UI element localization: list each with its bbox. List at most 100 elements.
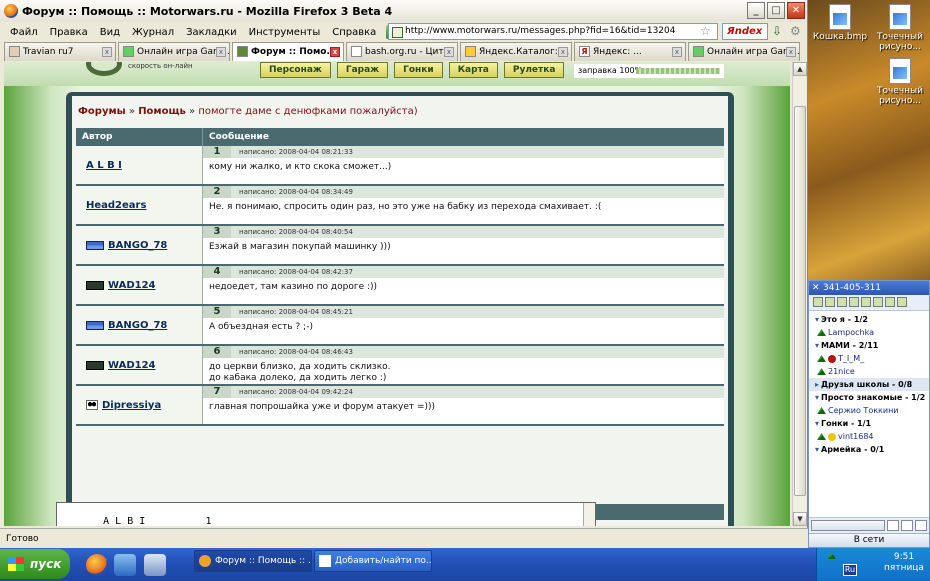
nav-map-button[interactable]: Карта (448, 62, 498, 78)
author-link[interactable]: BANGO_78 (108, 240, 167, 251)
contact-item[interactable]: Сержио Токкини (809, 404, 929, 417)
icq-sound-icon[interactable] (901, 520, 913, 531)
menu-edit[interactable]: Правка (44, 27, 94, 38)
post-date: написано: 2008-04-04 09:42:24 (239, 388, 353, 396)
icq-tool-icon[interactable] (813, 297, 823, 307)
tab-forum[interactable]: Форум :: Помо... x (232, 42, 344, 61)
window-title: Форум :: Помощь :: Motorwars.ru - Mozill… (22, 4, 393, 18)
contact-item[interactable]: Lampochka (809, 326, 929, 339)
breadcrumb-section-link[interactable]: Помощь (138, 106, 186, 117)
author-link[interactable]: WAD124 (108, 360, 156, 371)
scroll-down-icon[interactable]: ▼ (793, 512, 807, 526)
breadcrumb-forums-link[interactable]: Форумы (78, 106, 126, 117)
icq-tool-icon[interactable] (861, 297, 871, 307)
post-date: написано: 2008-04-04 08:34:49 (239, 188, 353, 196)
post-message: 3 написано: 2008-04-04 08:40:54 Езжай в ма… (203, 226, 724, 264)
icq-tool-icon[interactable] (885, 297, 895, 307)
author-link[interactable]: A L B I (86, 160, 122, 171)
post-author: Dipressiya (76, 386, 203, 424)
post-date: написано: 2008-04-04 08:40:54 (239, 228, 353, 236)
online-flower-icon (817, 407, 826, 414)
tab-bash[interactable]: bash.org.ru - Цит... x (346, 42, 458, 61)
menu-history[interactable]: Журнал (126, 27, 180, 38)
minimize-button[interactable]: _ (747, 2, 765, 19)
page-scrollbar[interactable]: ▲ ▼ (792, 62, 807, 526)
tab-close-icon[interactable]: x (672, 47, 682, 57)
icq-tool-icon[interactable] (873, 297, 883, 307)
contact-group[interactable]: ▸ Друзья школы - 0/8 (809, 378, 929, 391)
tab-travian[interactable]: Travian ru7 x (4, 42, 116, 61)
author-link[interactable]: BANGO_78 (108, 320, 167, 331)
desktop-quicklaunch-icon[interactable] (114, 554, 136, 576)
maximize-button[interactable]: □ (767, 2, 785, 19)
tab-close-icon[interactable]: x (558, 47, 568, 57)
close-button[interactable]: ✕ (787, 2, 805, 19)
icq-status-button[interactable]: В сети (809, 533, 929, 547)
download-icon[interactable]: ⇩ (772, 24, 782, 38)
url-input[interactable]: http://www.motorwars.ru/messages.php?fid… (388, 23, 718, 40)
icq-tool-icon[interactable] (849, 297, 859, 307)
icq-tool-icon[interactable] (825, 297, 835, 307)
tab-yandex-catalog[interactable]: Яндекс.Каталог: ... x (460, 42, 572, 61)
author-link[interactable]: Head2ears (86, 200, 146, 211)
nav-garage-button[interactable]: Гараж (336, 62, 389, 78)
favicon-icon (9, 46, 20, 57)
icq-tool-icon[interactable] (897, 297, 907, 307)
tab-close-icon[interactable]: x (330, 47, 340, 57)
post-message: 4 написано: 2008-04-04 08:42:37 недоедет, … (203, 266, 724, 304)
desktop-icon-bitmap-1[interactable]: Точечный рисуно... (872, 4, 928, 52)
menu-help[interactable]: Справка (326, 27, 382, 38)
menu-view[interactable]: Вид (94, 27, 126, 38)
menu-tools[interactable]: Инструменты (243, 27, 327, 38)
author-link[interactable]: Dipressiya (102, 400, 161, 411)
contact-item[interactable]: vint1684 (809, 430, 929, 443)
desktop-icon-bitmap-2[interactable]: Точечный рисуно... (872, 58, 928, 106)
contact-group[interactable]: ▾ Гонки - 1/1 (809, 417, 929, 430)
post-author: Head2ears (76, 186, 203, 224)
nav-character-button[interactable]: Персонаж (260, 62, 331, 78)
icq-main-menu-button[interactable] (811, 520, 885, 531)
textarea-scrollbar[interactable] (583, 503, 595, 526)
tab-close-icon[interactable]: x (102, 47, 112, 57)
online-speed-text: скорость он-лайн (128, 62, 193, 70)
author-link[interactable]: WAD124 (108, 280, 156, 291)
bookmark-star-icon[interactable]: ☆ (700, 24, 711, 38)
calculator-quicklaunch-icon[interactable] (144, 554, 166, 576)
taskbar-button-firefox[interactable]: Форум :: Помощь :: ... (194, 550, 312, 572)
nav-roulette-button[interactable]: Рулетка (503, 62, 565, 78)
icq-options-icon[interactable] (915, 520, 927, 531)
firefox-quicklaunch-icon[interactable] (86, 554, 108, 576)
icq-close-icon[interactable]: ✕ (812, 281, 820, 295)
contact-group[interactable]: ▾ МАМИ - 2/11 (809, 339, 929, 352)
icq-tray-icon[interactable] (827, 552, 836, 559)
icq-tool-icon[interactable] (837, 297, 847, 307)
contact-item[interactable]: T_I_M_ (809, 352, 929, 365)
tab-ganja-1[interactable]: Онлайн игра Ganj... x (118, 42, 230, 61)
menu-bookmarks[interactable]: Закладки (180, 27, 243, 38)
post-text: кому ни жалко, и кто скока сможет...) (209, 162, 392, 172)
taskbar-button-icq-search[interactable]: Добавить/найти по... (314, 550, 432, 572)
contact-group[interactable]: ▾ Это я - 1/2 (809, 313, 929, 326)
nav-races-button[interactable]: Гонки (394, 62, 443, 78)
tab-close-icon[interactable]: x (444, 47, 454, 57)
message-textarea[interactable]: A L B I 1 написано: 2008-04-04 08:21:33 … (56, 502, 596, 526)
language-indicator[interactable]: Ru (843, 564, 857, 576)
yandex-icon: Я (579, 46, 590, 57)
breadcrumb: Форумы » Помощь » помогте даме с денюфка… (78, 106, 418, 117)
contact-item[interactable]: 21nice (809, 365, 929, 378)
contact-group[interactable]: ▾ Просто знакомые - 1/2 (809, 391, 929, 404)
yandex-search-input[interactable]: Яndex (722, 23, 768, 40)
start-button[interactable]: пуск (0, 549, 70, 579)
icq-search-icon[interactable] (887, 520, 899, 531)
tab-close-icon[interactable]: x (216, 47, 226, 57)
post-row: WAD124 4 написано: 2008-04-04 08:42:37 недо… (76, 266, 724, 306)
settings-gear-icon[interactable]: ⚙ (790, 24, 801, 38)
desktop-icon-cat-bmp[interactable]: Кошка.bmp (812, 4, 868, 42)
contact-group[interactable]: ▾ Армейка - 0/1 (809, 443, 929, 456)
tab-yandex[interactable]: Я Яндекс: ... x (574, 42, 686, 61)
scroll-thumb[interactable] (794, 106, 806, 496)
tab-ganja-2[interactable]: Онлайн игра Ganj... x (688, 42, 800, 61)
menu-file[interactable]: Файл (4, 27, 44, 38)
scroll-up-icon[interactable]: ▲ (793, 62, 807, 76)
tab-close-icon[interactable]: x (786, 47, 796, 57)
